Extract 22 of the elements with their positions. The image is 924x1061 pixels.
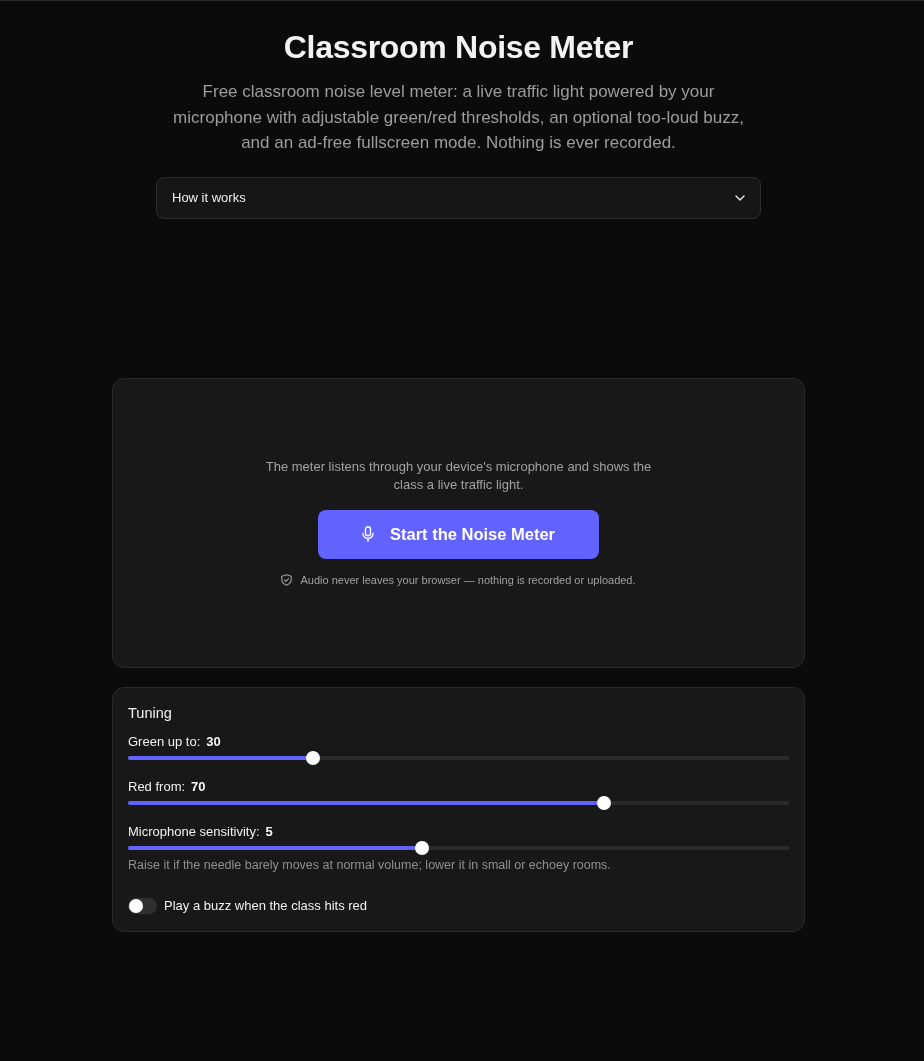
microphone-icon (361, 526, 374, 542)
slider-hint: Raise it if the needle barely moves at normal volume; lower it in small or echoey rooms. (128, 856, 612, 874)
privacy-note: Audio never leaves your browser — nothing is recorded or uploaded. (300, 572, 636, 588)
slider-thumb[interactable] (596, 795, 611, 810)
slider-value: 5 (265, 822, 273, 841)
shield-check-icon (281, 573, 293, 586)
buzz-toggle-switch[interactable] (128, 897, 157, 914)
slider-label: Red from: (128, 777, 186, 796)
page-title: Classroom Noise Meter (282, 28, 635, 66)
slider-label: Microphone sensitivity: (128, 822, 260, 841)
page-description: Free classroom noise level meter: a live traffic light powered by your microphone with adjustable green/red thresholds, an optional too-loud buzz, and an ad-free fullscreen mode. Nothing is ever recorded. (172, 81, 745, 154)
buzz-toggle-label: Play a buzz when the class hits red (164, 896, 368, 915)
slider-value: 70 (191, 777, 206, 796)
slider-thumb[interactable] (415, 840, 430, 855)
tuning-heading: Tuning (128, 703, 173, 723)
how-it-works-toggle[interactable]: How it works (156, 176, 761, 219)
slider-thumb[interactable] (306, 750, 321, 765)
slider-label: Green up to: (128, 732, 201, 751)
chevron-down-icon (735, 194, 745, 201)
intro-text: The meter listens through your device's microphone and shows the class a live traffic light. (264, 457, 653, 494)
start-noise-meter-button[interactable]: Start the Noise Meter (318, 509, 599, 559)
slider-value: 30 (206, 732, 221, 751)
